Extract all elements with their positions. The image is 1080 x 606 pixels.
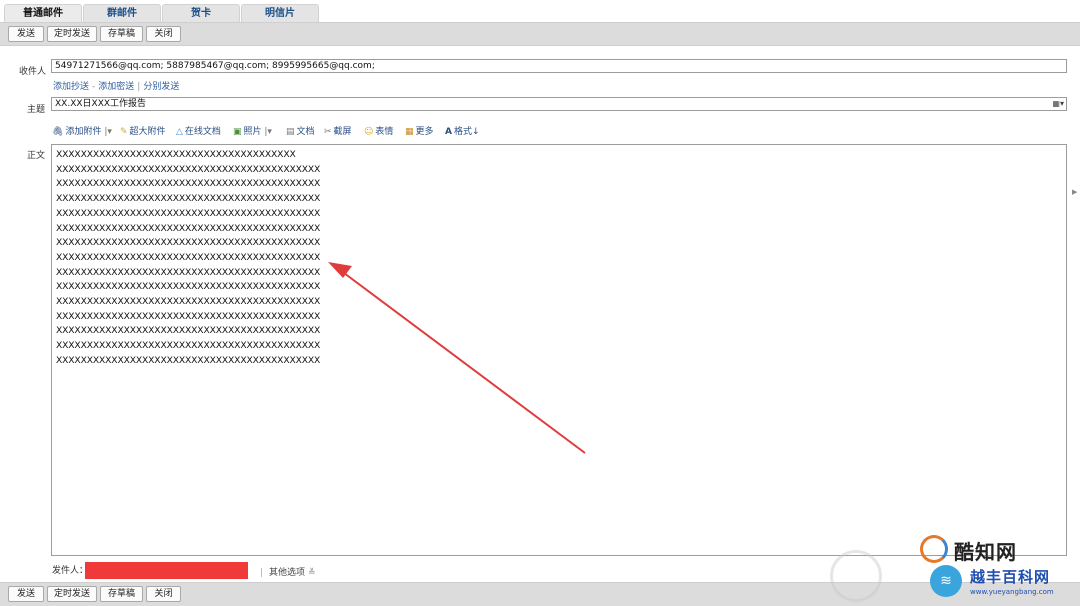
close-button-bottom[interactable]: 关闭 <box>146 586 181 602</box>
watermark-site1: 酷知网 <box>954 540 1017 564</box>
site-logo-icon <box>920 535 948 563</box>
save-draft-button-bottom[interactable]: 存草稿 <box>100 586 143 602</box>
sender-row: 发件人： | 其他选项 ≚ <box>52 562 315 579</box>
scheduled-send-button-bottom[interactable]: 定时发送 <box>47 586 97 602</box>
sender-redaction[interactable] <box>85 562 248 579</box>
watermark-site2-url: www.yueyangbang.com <box>970 588 1054 596</box>
watermark-site2: 越丰百科网 <box>970 568 1051 586</box>
other-options-link[interactable]: | 其他选项 ≚ <box>260 565 315 578</box>
other-options-label: 其他选项 <box>269 568 306 578</box>
watermark-swirl-icon <box>830 550 882 602</box>
send-button-bottom[interactable]: 发送 <box>8 586 44 602</box>
watermark-area: 酷知网 ≋ 越丰百科网 www.yueyangbang.com <box>830 535 1080 605</box>
annotation-arrow <box>328 262 586 454</box>
double-chevron-down-icon: ≚ <box>307 568 316 578</box>
wifi-icon: ≋ <box>930 565 962 597</box>
sender-label: 发件人： <box>52 566 89 576</box>
